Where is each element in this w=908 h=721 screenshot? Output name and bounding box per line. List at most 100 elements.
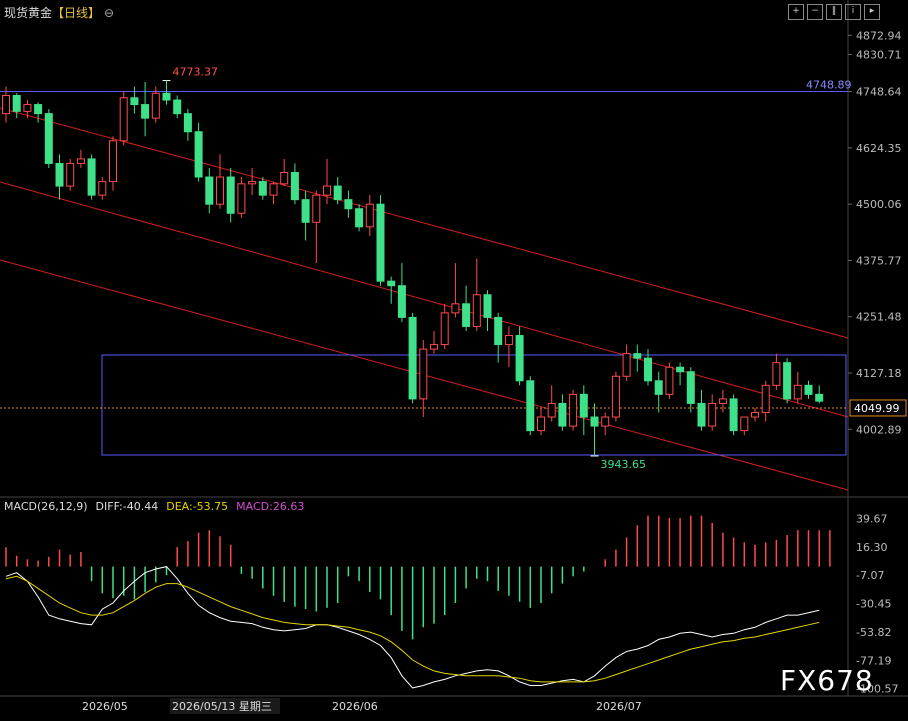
symbol-name: 现货黄金: [4, 6, 53, 20]
candle-body: [333, 185, 342, 201]
candle-body: [387, 280, 396, 287]
candlestick: [205, 167, 214, 214]
candle-body: [419, 348, 428, 400]
candlestick: [462, 285, 471, 331]
candlestick: [333, 177, 342, 205]
chart-toolbar: + − ‖ i ▸: [788, 4, 880, 20]
candle-body: [462, 303, 471, 327]
candlestick: [183, 109, 192, 141]
candlestick: [301, 190, 310, 241]
candle-body: [708, 402, 717, 427]
candle-body: [344, 199, 353, 210]
price-tick-label: 4127.18: [856, 367, 902, 380]
candle-body: [216, 176, 224, 205]
candlestick: [729, 394, 738, 436]
candle-body: [504, 335, 513, 346]
candlestick: [515, 326, 524, 386]
candle-body: [355, 208, 364, 228]
candle-body: [248, 181, 257, 185]
candle-body: [55, 162, 64, 187]
candlestick: [590, 403, 599, 456]
candle-body: [644, 357, 652, 382]
candle-body: [622, 353, 631, 377]
candlestick: [66, 158, 75, 191]
macd-title: MACD(26,12,9): [4, 500, 88, 513]
candle-body: [141, 104, 150, 119]
candlestick: [622, 344, 631, 381]
settings-circle-icon[interactable]: ⊖: [104, 6, 114, 20]
candlestick: [173, 95, 182, 119]
macd-tick-label: 16.30: [856, 541, 888, 554]
candlestick: [815, 385, 824, 404]
price-tick-label: 4872.94: [856, 29, 902, 42]
macd-diff-value: DIFF:-40.44: [95, 500, 159, 513]
candle-body: [183, 113, 192, 133]
zoom-out-icon[interactable]: −: [807, 4, 823, 20]
candlestick: [290, 163, 299, 205]
candlestick: [376, 195, 385, 286]
candle-body: [590, 416, 599, 427]
next-icon[interactable]: ▸: [864, 4, 880, 20]
candlestick: [365, 195, 374, 236]
candle-body: [323, 185, 331, 196]
price-tick-label: 4500.06: [856, 198, 902, 211]
candle-body: [408, 316, 417, 400]
candlestick: [611, 371, 620, 422]
candle-body: [119, 97, 128, 142]
candle-body: [569, 393, 578, 427]
candlestick: [430, 330, 438, 354]
price-tick-label: 4624.35: [856, 142, 902, 155]
candlestick: [55, 154, 64, 200]
candlestick: [451, 263, 460, 318]
candle-body: [558, 402, 567, 427]
candle-body: [793, 384, 802, 400]
candle-body: [301, 199, 310, 223]
candlestick: [408, 312, 417, 404]
candle-body: [376, 203, 385, 282]
candle-body: [34, 104, 43, 115]
last-price-label: 4049.99: [854, 402, 900, 415]
candlestick: [109, 136, 117, 191]
candle-body: [397, 285, 406, 318]
candle-body: [547, 402, 556, 418]
candle-body: [761, 384, 770, 413]
candle-body: [526, 380, 535, 432]
candlestick: [87, 154, 96, 200]
candle-body: [430, 344, 438, 350]
candle-body: [237, 183, 246, 214]
candle-body: [194, 131, 203, 178]
date-label: 2026/07: [596, 700, 642, 713]
chart-svg[interactable]: 4748.89 4049.99 4773.37 3943.65 4872.94 4830…: [0, 0, 908, 717]
candle-body: [472, 294, 481, 327]
zoom-in-icon[interactable]: +: [788, 4, 804, 20]
candle-body: [109, 140, 117, 183]
candle-body: [66, 162, 75, 187]
candlestick: [751, 407, 759, 422]
candle-body: [76, 158, 85, 164]
candle-body: [740, 416, 749, 432]
candlestick: [269, 181, 278, 205]
candle-body: [365, 203, 374, 228]
chart-type-icon[interactable]: ‖: [826, 4, 842, 20]
candle-body: [290, 171, 299, 201]
candle-body: [226, 176, 235, 214]
candlestick: [248, 167, 257, 196]
candlestick: [237, 177, 246, 218]
hline-value-label: 4748.89: [806, 78, 852, 91]
candlestick: [397, 263, 406, 322]
candlestick: [772, 353, 781, 390]
candlestick: [654, 371, 663, 413]
period-label[interactable]: 【日线】: [52, 6, 100, 20]
candle-body: [601, 416, 610, 427]
candle-body: [815, 393, 824, 402]
chart-stage[interactable]: 4748.89 4049.99 4773.37 3943.65 4872.94 4830…: [0, 0, 908, 717]
candle-body: [515, 335, 524, 382]
info-icon[interactable]: i: [845, 4, 861, 20]
candlestick: [483, 290, 492, 331]
price-tick-label: 4748.64: [856, 86, 902, 99]
candle-body: [729, 398, 738, 432]
candlestick: [761, 380, 770, 422]
candlestick: [740, 416, 749, 436]
candlestick: [130, 86, 139, 114]
price-tick-label: 4002.89: [856, 423, 902, 436]
